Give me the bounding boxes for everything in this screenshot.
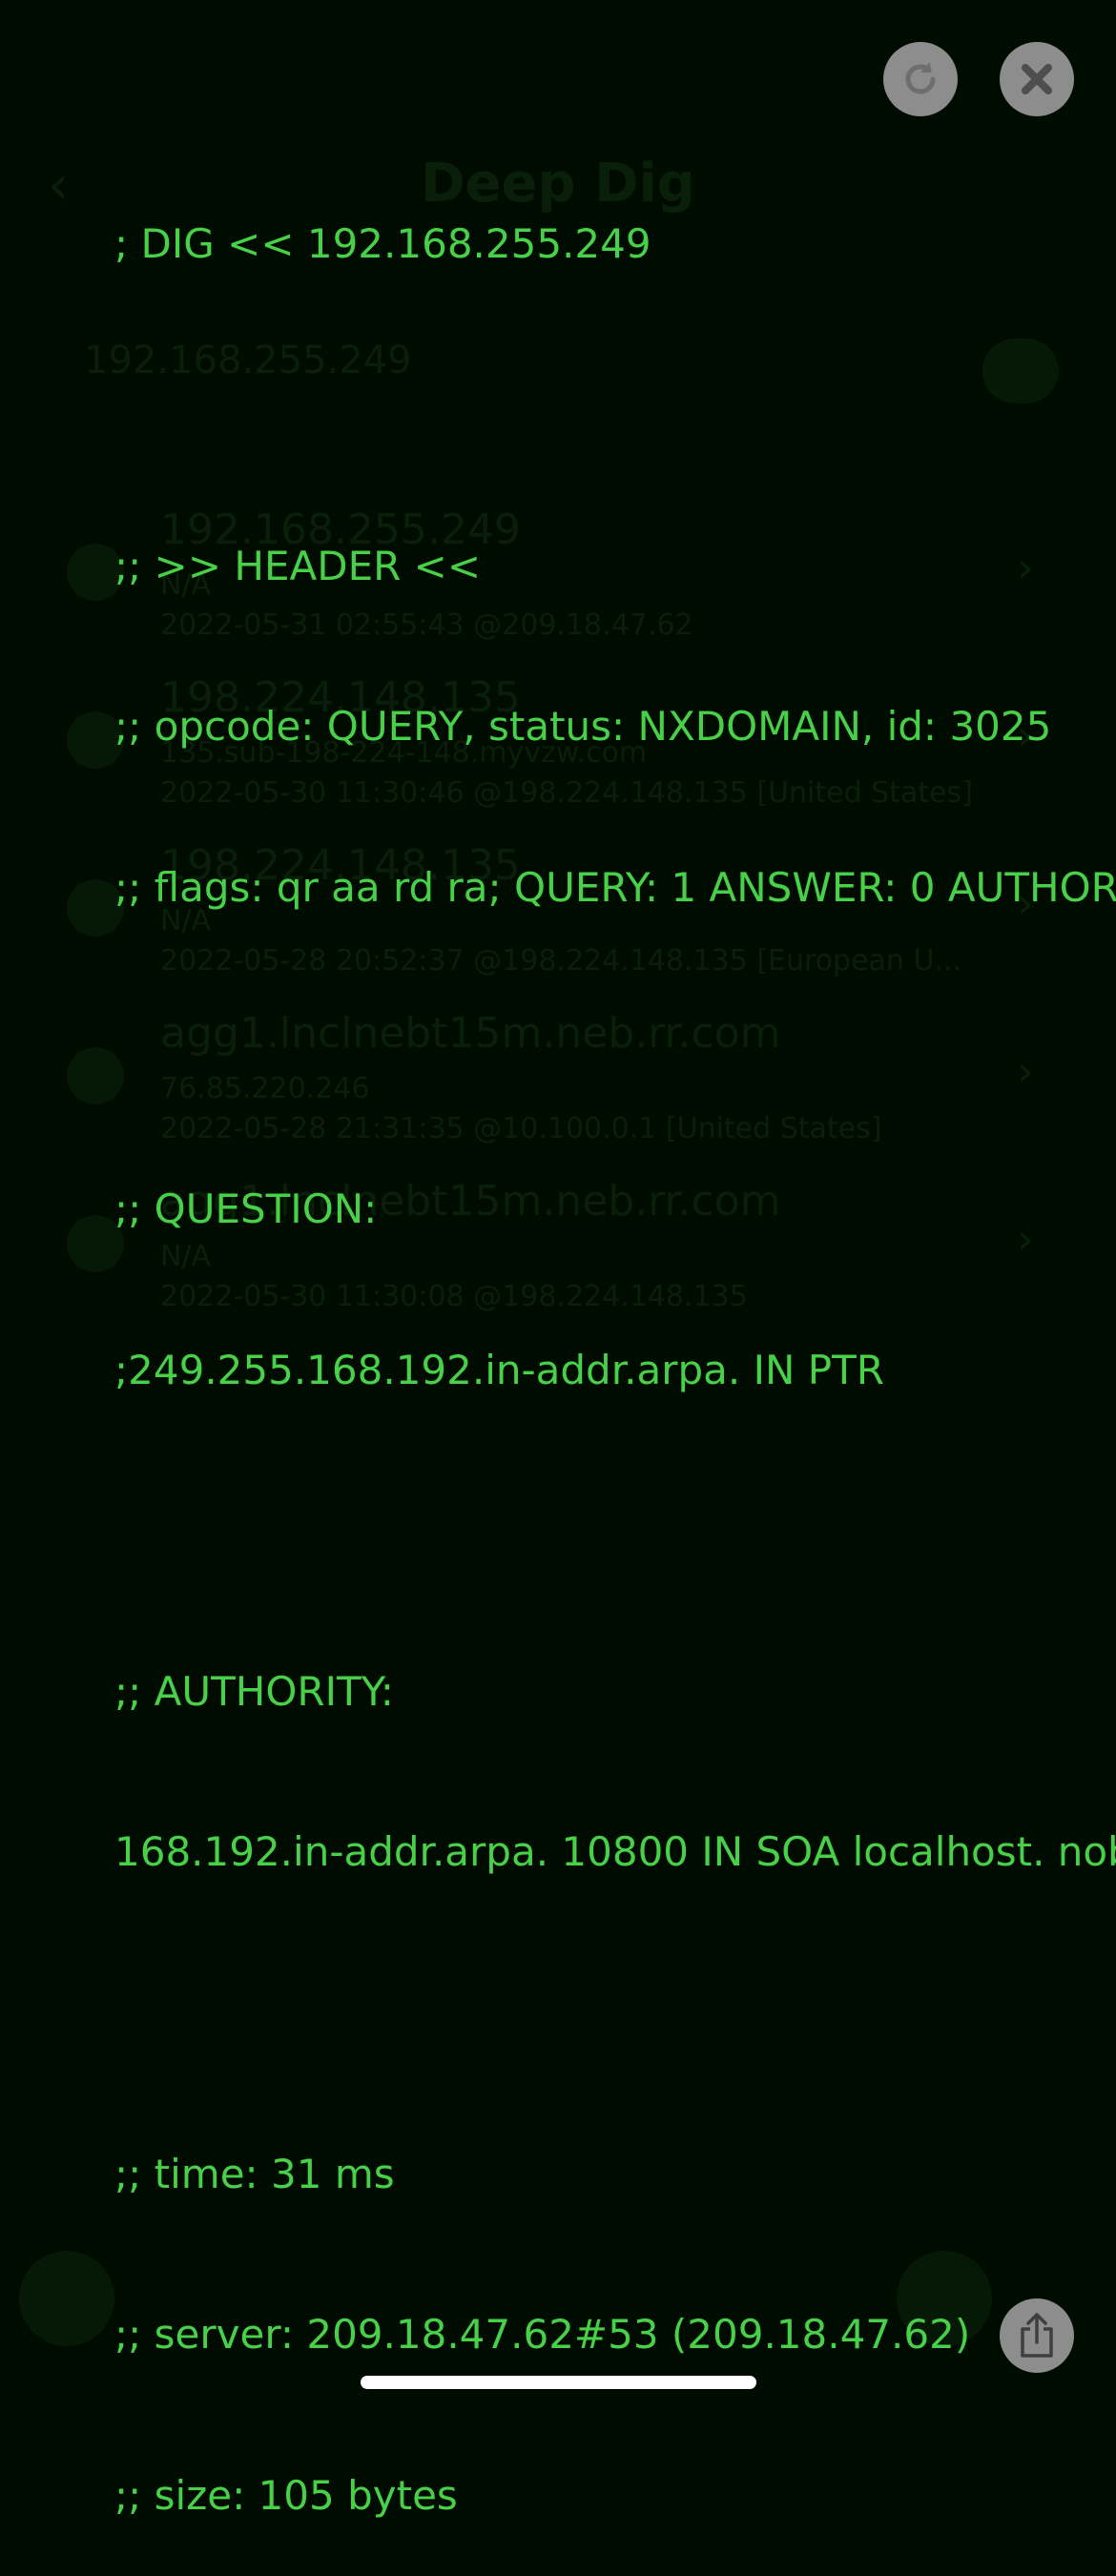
dig-line	[114, 1021, 1116, 1075]
close-icon	[1022, 64, 1052, 94]
dig-line: ;; size: 105 bytes	[114, 2471, 458, 2519]
refresh-icon	[905, 62, 936, 94]
dig-line	[114, 379, 1116, 432]
dig-line: ;; flags: qr aa rd ra; QUERY: 1 ANSWER: …	[114, 863, 1116, 911]
home-indicator[interactable]	[361, 2376, 756, 2389]
dig-line: ;; AUTHORITY:	[114, 1667, 394, 1715]
dig-line: ;; >> HEADER <<	[114, 542, 482, 589]
dig-line: ;; QUESTION:	[114, 1185, 378, 1232]
dig-line: ;; server: 209.18.47.62#53 (209.18.47.62…	[114, 2311, 971, 2359]
dig-line: ; DIG << 192.168.255.249	[114, 220, 651, 268]
share-button[interactable]	[1000, 2298, 1074, 2373]
dig-line: ;249.255.168.192.in-addr.arpa. IN PTR	[114, 1346, 884, 1393]
dig-line	[114, 1504, 1116, 1557]
share-icon	[1021, 2313, 1053, 2358]
dig-line: ;; time: 31 ms	[114, 2150, 395, 2197]
dig-line: ;; opcode: QUERY, status: NXDOMAIN, id: …	[114, 703, 1052, 751]
background-edit-icon	[19, 2251, 114, 2346]
dig-line: 168.192.in-addr.arpa. 10800 IN SOA local…	[114, 1828, 1116, 1876]
refresh-button[interactable]	[883, 42, 958, 116]
close-button[interactable]	[1000, 42, 1074, 116]
dig-output: ; DIG << 192.168.255.249 ;; >> HEADER <<…	[114, 111, 1116, 2576]
dig-line	[114, 1987, 1116, 2040]
